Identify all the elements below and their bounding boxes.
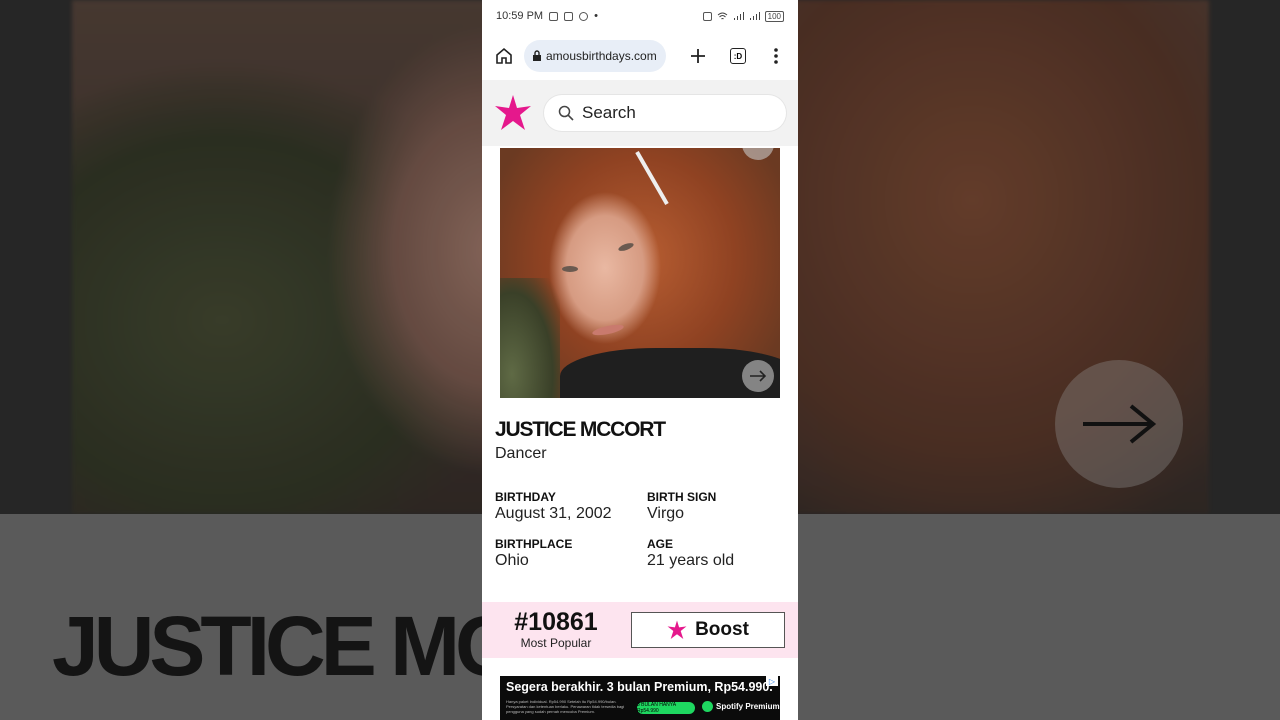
vibrate-icon — [702, 11, 712, 21]
fact-value: 21 years old — [647, 552, 735, 569]
popularity-rank-band: #10861 Most Popular Boost — [482, 602, 798, 658]
search-placeholder: Search — [582, 103, 636, 122]
ad-title: Segera berakhir. 3 bulan Premium, Rp54.9… — [506, 680, 773, 694]
photo-next-arrow-icon[interactable] — [742, 360, 774, 392]
notification-icon — [564, 11, 574, 21]
photo-eye — [617, 241, 635, 253]
wifi-icon — [717, 12, 727, 19]
more-menu-icon[interactable] — [764, 44, 788, 68]
fact-label: AGE — [647, 537, 674, 551]
ad-fine-print: Hanya paket Individual. Rp54.990 Setelah… — [506, 699, 625, 714]
fact-birth-sign: BIRTH SIGN Virgo — [647, 490, 716, 523]
photo-eye — [562, 266, 578, 272]
spotify-logo-icon — [702, 701, 713, 712]
fact-value[interactable]: Ohio — [495, 552, 572, 570]
search-input[interactable]: Search — [544, 95, 786, 131]
profile-occupation[interactable]: Dancer — [495, 445, 547, 463]
dot-icon: • — [594, 10, 598, 22]
search-icon — [558, 105, 574, 121]
rank-number: #10861 — [514, 608, 598, 636]
status-bar: 10:59 PM • 100 — [482, 0, 798, 32]
ad-cta-button[interactable]: 3 BULAN HANYA Rp54.990 — [637, 702, 695, 714]
boost-button[interactable]: Boost — [631, 612, 785, 648]
background-arrow-icon — [1055, 360, 1183, 488]
new-tab-icon[interactable] — [686, 44, 710, 68]
star-icon — [667, 620, 687, 639]
battery-icon: 100 — [764, 10, 784, 22]
signal-icon — [733, 11, 744, 20]
rank-label: Most Popular — [520, 636, 592, 650]
browser-toolbar: amousbirthdays.com :D — [482, 32, 798, 80]
photo-mouth — [591, 322, 625, 338]
status-time: 10:59 PM — [496, 10, 544, 22]
home-icon[interactable] — [492, 44, 516, 68]
tab-switcher-button[interactable]: :D — [726, 44, 750, 68]
background-name-text: JUSTICE MC — [52, 599, 516, 693]
site-header: Search — [482, 80, 798, 146]
fact-age: AGE 21 years old — [647, 537, 734, 570]
boost-label: Boost — [695, 619, 749, 640]
photo-prev-button[interactable] — [742, 148, 774, 160]
tab-count: :D — [730, 48, 746, 64]
site-star-logo-icon[interactable] — [494, 94, 532, 132]
fact-birthday: BIRTHDAY August 31, 2002 — [495, 490, 612, 523]
fact-value[interactable]: Virgo — [647, 505, 716, 523]
ad-banner[interactable]: Segera berakhir. 3 bulan Premium, Rp54.9… — [500, 676, 780, 720]
ad-brand-name: Spotify Premium — [716, 702, 780, 711]
fact-label: BIRTHPLACE — [495, 537, 573, 551]
fact-label: BIRTHDAY — [495, 490, 556, 504]
ad-brand: Spotify Premium — [702, 701, 780, 712]
threads-icon — [579, 11, 589, 21]
phone-screen: 10:59 PM • 100 amousbirthdays.com :D Sea… — [482, 0, 798, 720]
ad-info-icon[interactable]: ▷ — [766, 676, 778, 686]
fact-birthplace: BIRTHPLACE Ohio — [495, 537, 572, 570]
url-bar[interactable]: amousbirthdays.com — [524, 40, 666, 72]
signal-icon — [749, 11, 760, 20]
notification-icon — [549, 11, 559, 21]
fact-value[interactable]: August 31, 2002 — [495, 505, 612, 523]
profile-photo[interactable] — [500, 148, 780, 398]
url-text: amousbirthdays.com — [546, 49, 657, 63]
photo-cord — [635, 151, 669, 205]
fact-label: BIRTH SIGN — [647, 490, 717, 504]
profile-name: JUSTICE MCCORT — [495, 418, 666, 441]
lock-icon — [533, 50, 541, 61]
photo-grass — [500, 278, 560, 398]
